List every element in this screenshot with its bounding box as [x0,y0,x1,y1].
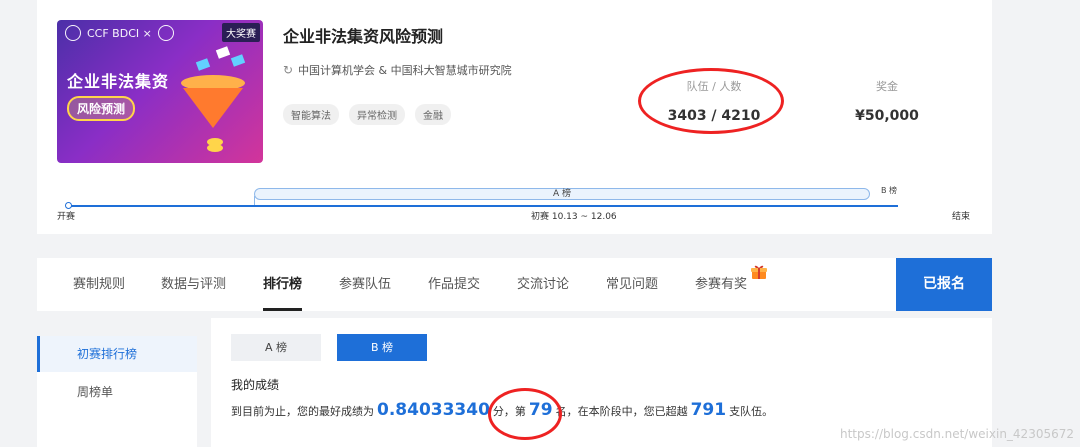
tab-leaderboard[interactable]: 排行榜 [263,258,303,311]
document-icon [195,58,211,71]
banner-subtitle: 风险预测 [67,96,136,121]
timeline-stage-label: 初赛 10.13 ~ 12.06 [531,212,617,222]
university-seal-icon [157,25,174,41]
banner-logo: CCF BDCI × [65,25,174,41]
watermark: https://blog.csdn.net/weixin_42305672 [839,427,1074,441]
tab-b-board[interactable]: B 榜 [337,334,427,361]
organizers: ↻ 中国计算机学会 & 中国科大智慧城市研究院 [283,63,512,77]
tab-rules[interactable]: 赛制规则 [73,258,125,311]
sidebar-item-weekly[interactable]: 周榜单 [37,374,197,410]
timeline-line [68,205,898,207]
organizer-icon: ↻ [283,63,294,77]
timeline-end-label: 结束 [952,212,971,222]
tag-item[interactable]: 金融 [415,104,451,125]
banner-tag: 大奖赛 [222,23,260,42]
prize-value: ¥50,000 [855,108,919,124]
competition-tags: 智能算法 异常检测 金融 [283,104,451,125]
competition-timeline: A 榜 B 榜 开赛 初赛 10.13 ~ 12.06 结束 [57,180,972,230]
red-circle-annotation [638,68,784,134]
tab-data[interactable]: 数据与评测 [161,258,226,311]
competition-card: CCF BDCI × 大奖赛 企业非法集资 风险预测 企业非法集资风险预测 ↻ … [37,0,992,234]
tag-item[interactable]: 异常检测 [349,104,405,125]
timeline-start-label: 开赛 [57,212,76,222]
leaderboard-sidebar: 初赛排行榜 周榜单 [37,336,197,447]
tab-teams[interactable]: 参赛队伍 [339,258,391,311]
tab-prizes[interactable]: 参赛有奖 [695,258,747,311]
prize-stat: 奖金 ¥50,000 [837,78,937,124]
my-score-heading: 我的成绩 [231,378,280,392]
banner-title: 企业非法集资 [67,72,170,91]
signup-button[interactable]: 已报名 [896,258,992,311]
competition-banner[interactable]: CCF BDCI × 大奖赛 企业非法集资 风险预测 [57,20,263,163]
sidebar-item-prelim-leaderboard[interactable]: 初赛排行榜 [37,336,197,372]
timeline-a-board: A 榜 [254,188,870,200]
timeline-start-dot [65,202,72,209]
tab-a-board[interactable]: A 榜 [231,334,321,361]
timeline-b-board: B 榜 [881,186,898,195]
surpassed-count: 791 [690,400,727,420]
best-score: 0.84033340 [377,400,490,420]
tab-submit[interactable]: 作品提交 [428,258,480,311]
competition-nav: 赛制规则 数据与评测 排行榜 参赛队伍 作品提交 交流讨论 常见问题 参赛有奖 … [37,258,992,311]
tab-faq[interactable]: 常见问题 [606,258,658,311]
prize-label: 奖金 [876,80,898,93]
red-circle-annotation [488,388,562,440]
gift-icon [751,265,767,279]
competition-title: 企业非法集资风险预测 [283,27,444,46]
tab-discussion[interactable]: 交流讨论 [517,258,569,311]
ccf-logo-icon [65,25,81,41]
tag-item[interactable]: 智能算法 [283,104,339,125]
